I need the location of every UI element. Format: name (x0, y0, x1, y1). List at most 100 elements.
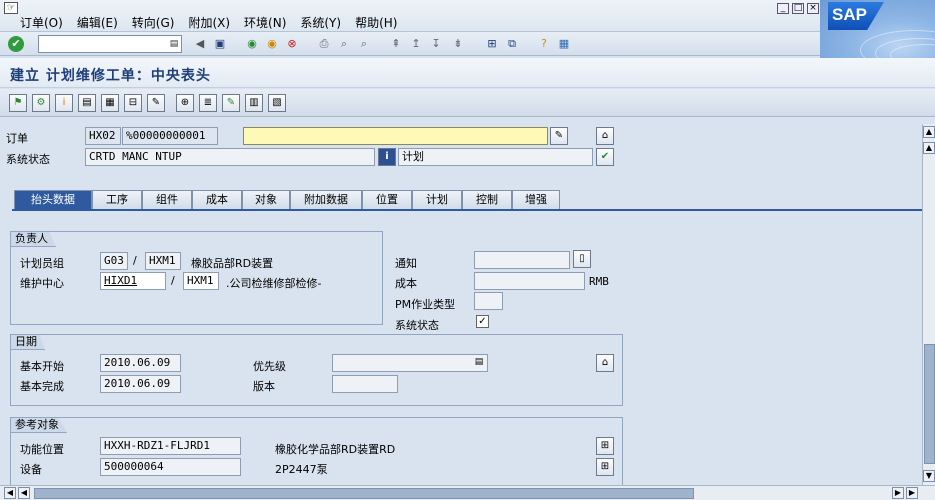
edit-list-icon[interactable]: ✎ (147, 94, 165, 112)
order-display-icon[interactable]: ⌂ (596, 127, 614, 145)
equipment-structure-icon[interactable]: ⊞ (596, 458, 614, 476)
print-icon[interactable]: ⎙ (316, 36, 332, 52)
command-history-icon[interactable]: ▤ (169, 38, 179, 50)
minimize-button[interactable]: _ (777, 3, 789, 14)
cancel-icon[interactable]: ⊗ (284, 36, 300, 52)
layout-menu-icon[interactable]: ▦ (556, 36, 572, 52)
clipboard-icon[interactable]: ▥ (245, 94, 263, 112)
status-info-icon[interactable]: i (378, 148, 396, 166)
horizontal-scrollbar[interactable]: ◀ ◀ ▶ ▶ (0, 485, 935, 500)
save-icon[interactable]: ▣ (212, 36, 228, 52)
long-text-edit-icon[interactable]: ✎ (550, 127, 568, 145)
tab-enhancement[interactable]: 增强 (512, 190, 560, 210)
scroll-page-up-icon[interactable]: ▲ (923, 142, 935, 154)
tab-planning[interactable]: 计划 (412, 190, 462, 210)
scroll-down-icon[interactable]: ▼ (923, 470, 935, 482)
menu-order[interactable]: 订单(O) (20, 14, 63, 31)
tab-costs[interactable]: 成本 (192, 190, 242, 210)
planner-group-field[interactable]: G03 (100, 252, 128, 270)
command-field[interactable]: ▤ (38, 35, 182, 53)
close-window-button[interactable]: × (807, 3, 819, 14)
system-status-checkbox[interactable]: ✓ (476, 315, 489, 328)
find-next-icon[interactable]: ⌕ (356, 36, 372, 52)
tab-control[interactable]: 控制 (462, 190, 512, 210)
user-status-field: 计划 (398, 148, 593, 166)
menu-goto[interactable]: 转向(G) (132, 14, 175, 31)
enter-icon[interactable]: ✔ (8, 36, 24, 52)
scroll-right-icon[interactable]: ▶ (892, 487, 904, 499)
functional-location-field[interactable]: HXXH-RDZ1-FLJRD1 (100, 437, 241, 455)
shortcut-icon[interactable]: ⧉ (504, 36, 520, 52)
menu-environment[interactable]: 环境(N) (244, 14, 286, 31)
next-page-icon[interactable]: ↧ (428, 36, 444, 52)
cost-label: 成本 (395, 277, 417, 290)
flag-icon[interactable]: ⚑ (9, 94, 27, 112)
pm-activity-type-field[interactable] (474, 292, 503, 310)
tab-components[interactable]: 组件 (142, 190, 192, 210)
priority-label: 优先级 (253, 360, 286, 373)
structure-icon[interactable]: ⊕ (176, 94, 194, 112)
tab-objects[interactable]: 对象 (242, 190, 290, 210)
functional-location-structure-icon[interactable]: ⊞ (596, 437, 614, 455)
work-center-plant-field[interactable]: HXM1 (183, 272, 219, 290)
basic-finish-field[interactable]: 2010.06.09 (100, 375, 181, 393)
planner-group-separator: / (133, 254, 137, 267)
first-page-icon[interactable]: ⇞ (388, 36, 404, 52)
back-icon[interactable]: ◉ (244, 36, 260, 52)
planner-group-plant-field[interactable]: HXM1 (145, 252, 181, 270)
vertical-scrollbar[interactable]: ▲ ▲ ▼ (922, 124, 935, 485)
order-type-field[interactable]: HX02 (85, 127, 121, 145)
back-arrow-icon[interactable]: ◀ (192, 36, 208, 52)
dates-display-icon[interactable]: ⌂ (596, 354, 614, 372)
previous-page-icon[interactable]: ↥ (408, 36, 424, 52)
priority-select[interactable] (332, 354, 488, 372)
functional-location-label: 功能位置 (20, 443, 64, 456)
help-icon[interactable]: ? (536, 36, 552, 52)
horizontal-scroll-thumb[interactable] (34, 488, 694, 499)
hierarchy-icon[interactable]: ⊟ (124, 94, 142, 112)
menu-system[interactable]: 系统(Y) (300, 14, 341, 31)
info-icon[interactable]: i (55, 94, 73, 112)
status-check-icon[interactable]: ✔ (596, 148, 614, 166)
text-icon[interactable]: ≣ (199, 94, 217, 112)
system-menu-icon[interactable]: ☞ (4, 2, 18, 14)
document-icon[interactable]: ▤ (78, 94, 96, 112)
menu-help[interactable]: 帮助(H) (355, 14, 397, 31)
tab-header-data[interactable]: 抬头数据 (14, 190, 92, 210)
equipment-field[interactable]: 500000064 (100, 458, 241, 476)
reference-object-group-title: 参考对象 (10, 417, 67, 433)
scroll-left-first-icon[interactable]: ◀ (4, 487, 16, 499)
tab-operations[interactable]: 工序 (92, 190, 142, 210)
page-icon[interactable]: ▧ (268, 94, 286, 112)
standard-toolbar: ✔ ▤ ◀ ▣ ◉ ◉ ⊗ ⎙ ⌕ ⌕ ⇞ ↥ ↧ ⇟ ⊞ ⧉ ? ▦ (0, 32, 820, 56)
priority-dropdown-icon[interactable]: ▤ (474, 356, 484, 368)
basic-finish-label: 基本完成 (20, 380, 64, 393)
order-short-text-input[interactable] (243, 127, 548, 145)
release-icon[interactable]: ✎ (222, 94, 240, 112)
order-number-field[interactable]: %00000000001 (122, 127, 218, 145)
settings-icon[interactable]: ⚙ (32, 94, 50, 112)
tab-location[interactable]: 位置 (362, 190, 412, 210)
find-icon[interactable]: ⌕ (336, 36, 352, 52)
vertical-scroll-thumb[interactable] (924, 344, 935, 464)
last-page-icon[interactable]: ⇟ (450, 36, 466, 52)
page-title: 建立 计划维修工单：中央表头 (10, 68, 211, 84)
calculator-icon[interactable]: ▦ (101, 94, 119, 112)
menu-extras[interactable]: 附加(X) (188, 14, 230, 31)
work-center-text: .公司检维修部检修- (226, 277, 322, 290)
new-session-icon[interactable]: ⊞ (484, 36, 500, 52)
revision-field[interactable] (332, 375, 398, 393)
scroll-right-last-icon[interactable]: ▶ (906, 487, 918, 499)
exit-icon[interactable]: ◉ (264, 36, 280, 52)
scroll-up-icon[interactable]: ▲ (923, 126, 935, 138)
notification-field[interactable] (474, 251, 570, 269)
tab-additional-data[interactable]: 附加数据 (290, 190, 362, 210)
work-center-field[interactable]: HIXD1 (100, 272, 166, 290)
menu-edit[interactable]: 编辑(E) (77, 14, 118, 31)
work-center-label: 维护中心 (20, 277, 64, 290)
notification-create-icon[interactable]: ▯ (573, 250, 591, 268)
basic-start-field[interactable]: 2010.06.09 (100, 354, 181, 372)
tab-strip: 抬头数据 工序 组件 成本 对象 附加数据 位置 计划 控制 增强 (0, 190, 922, 210)
maximize-button[interactable]: □ (792, 3, 804, 14)
scroll-left-icon[interactable]: ◀ (18, 487, 30, 499)
